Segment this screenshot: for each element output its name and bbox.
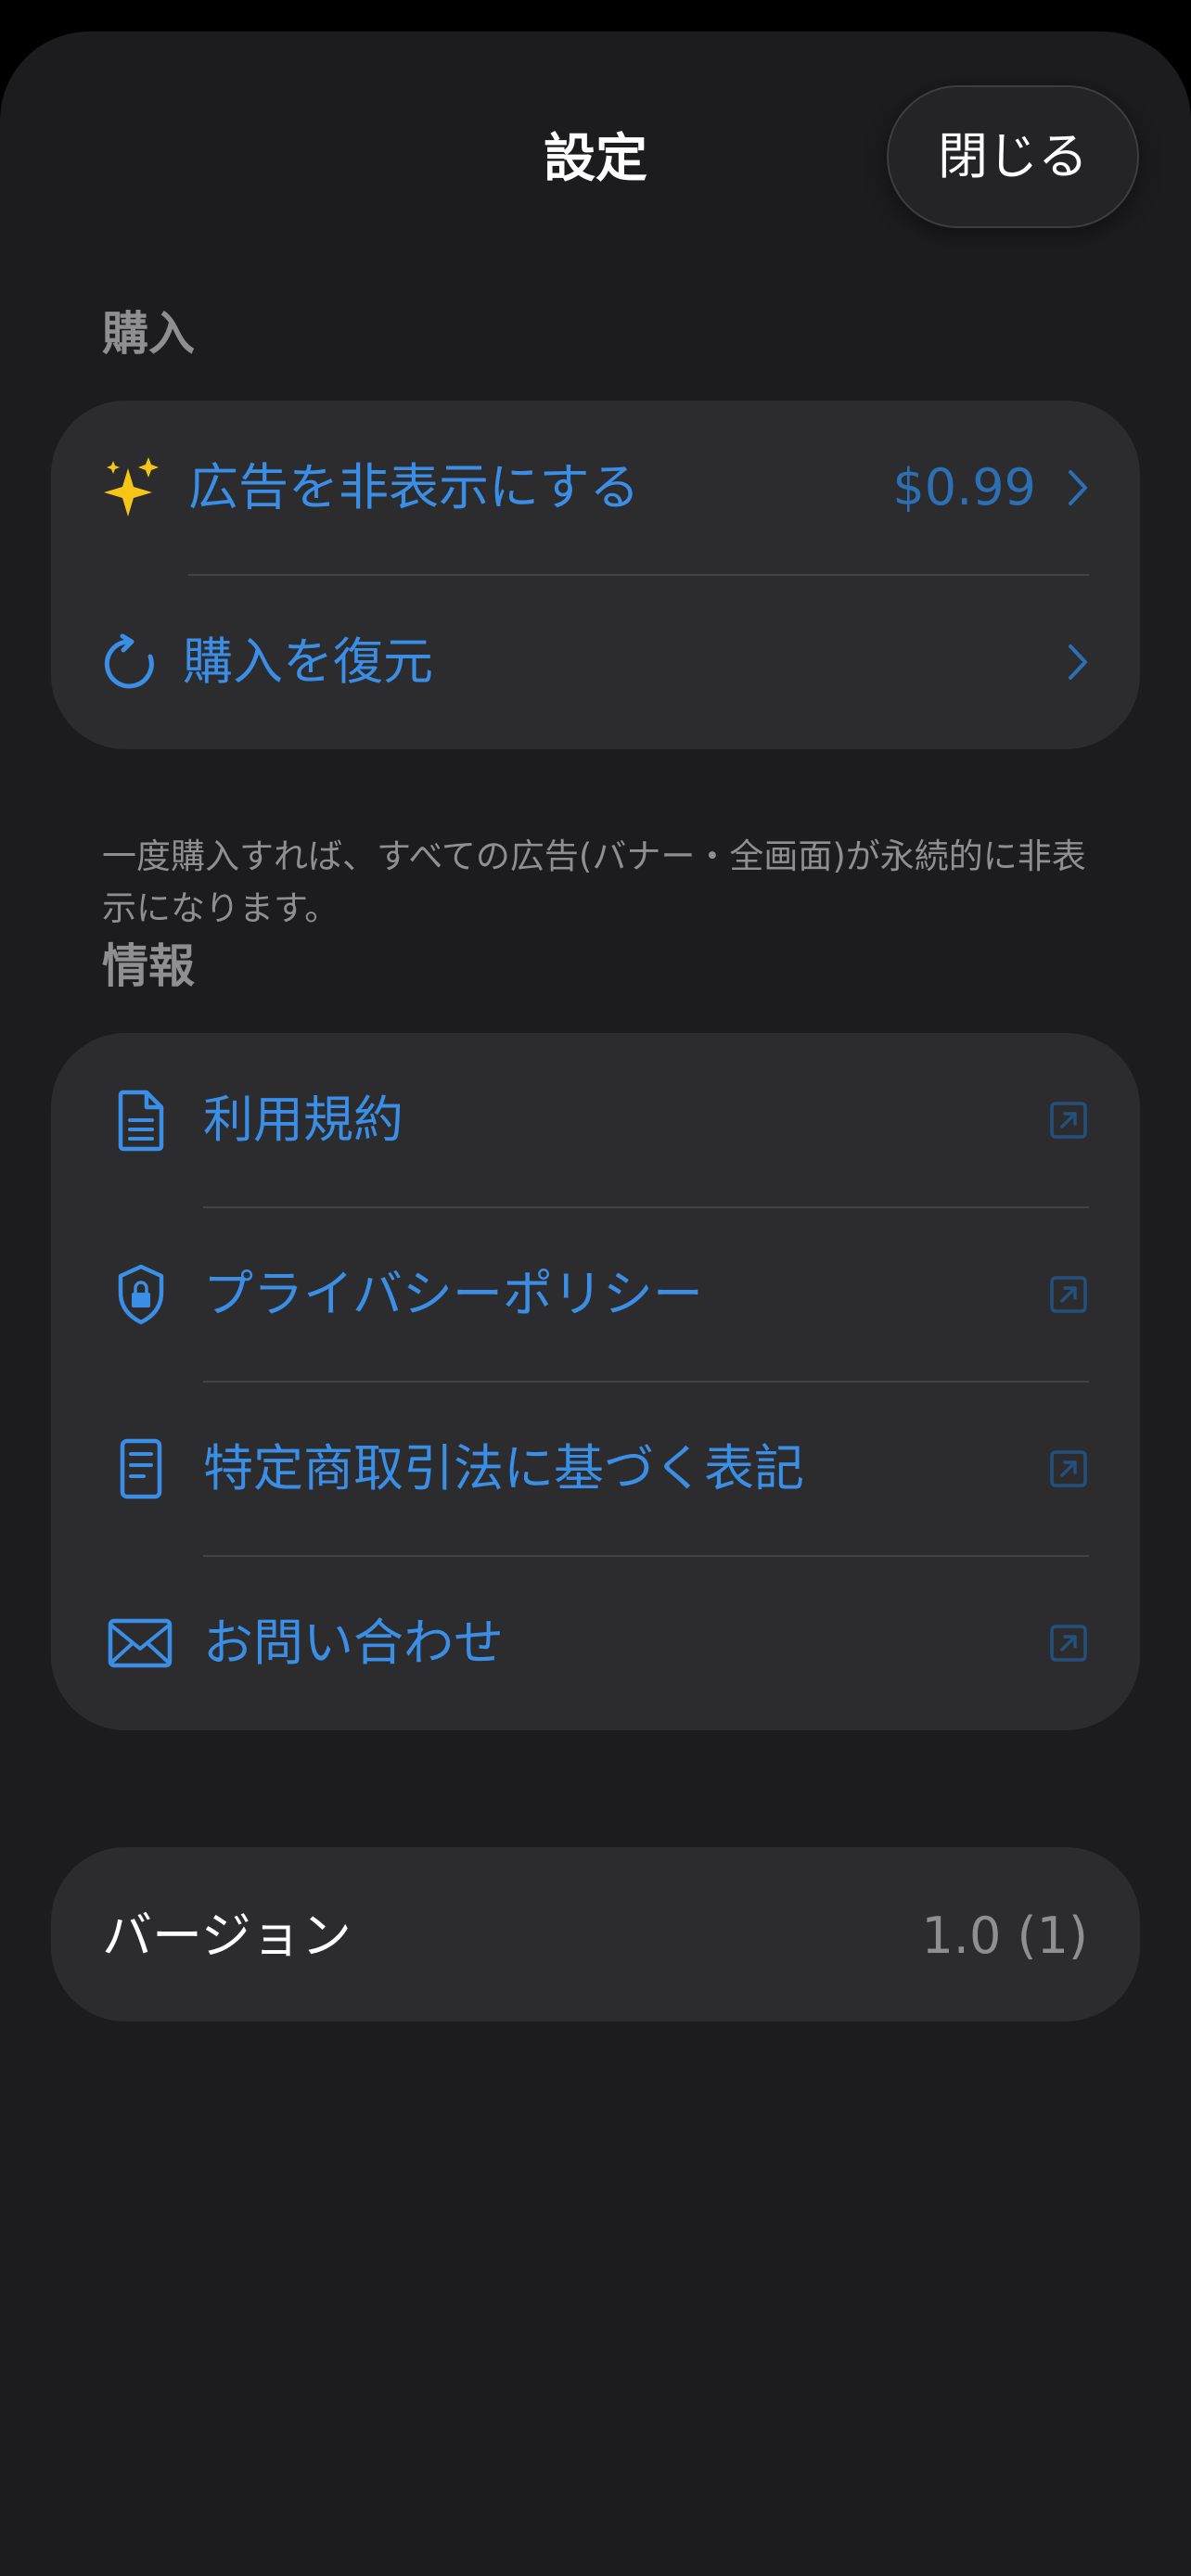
commercial-transactions-label: 特定商取引法に基づく表記 xyxy=(203,1439,804,1498)
version-card: バージョン 1.0 (1) xyxy=(51,1847,1140,2021)
contact-label: お問い合わせ xyxy=(203,1613,504,1672)
restore-purchase-row[interactable]: 購入を復元 xyxy=(51,575,1140,749)
document-icon xyxy=(109,1088,173,1153)
sparkles-icon xyxy=(99,455,164,520)
purchase-footnote: 一度購入すれば、すべての広告(バナー・全画面)が永続的に非表示になります。 xyxy=(102,836,1086,928)
external-link-icon xyxy=(1049,1624,1088,1663)
restore-arrow-icon xyxy=(99,630,164,695)
version-label: バージョン xyxy=(102,1906,352,1965)
envelope-icon xyxy=(105,1611,175,1676)
remove-ads-row[interactable]: 広告を非表示にする $0.99 xyxy=(51,401,1140,575)
section-header-purchase: 購入 xyxy=(102,307,195,361)
section-header-info: 情報 xyxy=(102,939,195,993)
version-value: 1.0 (1) xyxy=(921,1906,1088,1965)
remove-ads-price: $0.99 xyxy=(892,458,1036,516)
external-link-icon xyxy=(1049,1449,1088,1488)
restore-purchase-label: 購入を復元 xyxy=(183,632,433,691)
terms-row[interactable]: 利用規約 xyxy=(51,1033,1140,1207)
settings-sheet: 設定 閉じる 購入 広告を非表示にする $0.99 購入を復元 一度購入すれば、… xyxy=(0,32,1191,2576)
remove-ads-label: 広告を非表示にする xyxy=(188,458,640,516)
info-card: 利用規約 プライバシーポリシー 特定商取引法に基づく表記 お問い合わせ xyxy=(51,1033,1140,1730)
privacy-policy-label: プライバシーポリシー xyxy=(203,1265,703,1323)
commercial-transactions-row[interactable]: 特定商取引法に基づく表記 xyxy=(51,1382,1140,1556)
external-link-icon xyxy=(1049,1275,1088,1314)
chevron-right-icon xyxy=(1064,639,1092,685)
privacy-policy-row[interactable]: プライバシーポリシー xyxy=(51,1207,1140,1382)
contact-row[interactable]: お問い合わせ xyxy=(51,1556,1140,1730)
close-button[interactable]: 閉じる xyxy=(887,85,1139,228)
purchase-card: 広告を非表示にする $0.99 購入を復元 xyxy=(51,401,1140,749)
chevron-right-icon xyxy=(1064,465,1092,511)
list-document-icon xyxy=(109,1436,173,1501)
shield-lock-icon xyxy=(109,1262,173,1327)
external-link-icon xyxy=(1049,1101,1088,1140)
terms-label: 利用規約 xyxy=(203,1090,403,1149)
